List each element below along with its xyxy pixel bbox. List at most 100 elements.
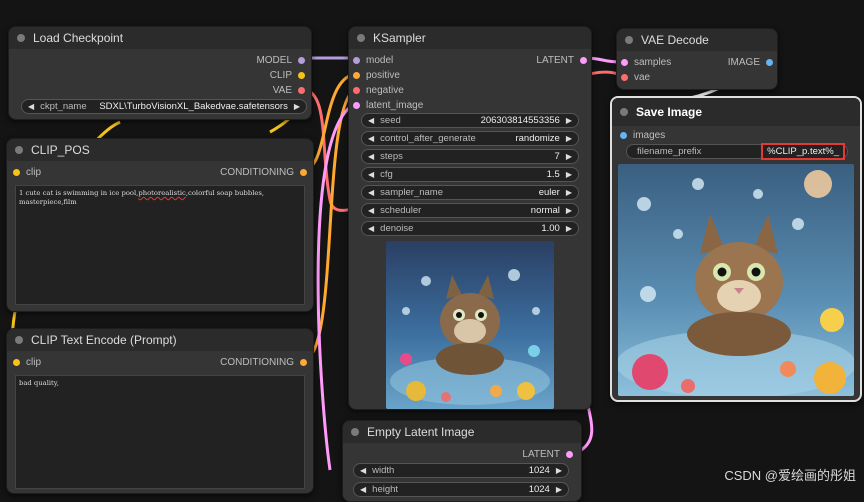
output-port-icon[interactable] [298,57,305,64]
node-header[interactable]: Load Checkpoint [9,27,311,49]
empty-latent-node[interactable]: Empty Latent Image LATENT ◀ width 1024 ▶… [342,420,582,502]
save-image-node[interactable]: Save Image images filename_prefix %CLIP_… [610,96,862,402]
collapse-dot-icon[interactable] [625,36,633,44]
ksampler-node[interactable]: KSampler model positive negative latent_… [348,26,592,410]
output-port-icon[interactable] [298,87,305,94]
input-port-icon[interactable] [621,59,628,66]
arrow-right-icon[interactable]: ▶ [566,116,572,125]
input-port-icon[interactable] [353,72,360,79]
output-port-icon[interactable] [300,169,307,176]
clip-pos-node[interactable]: CLIP_POS clip CONDITIONING 1 cute cat is… [6,138,314,312]
output-port-icon[interactable] [298,72,305,79]
filename-prefix-widget[interactable]: filename_prefix %CLIP_p.text%_ [626,143,848,160]
output-port-icon[interactable] [300,359,307,366]
arrow-left-icon[interactable]: ◀ [368,206,374,215]
prompt-textarea[interactable]: bad quality, [15,375,305,489]
arrow-right-icon[interactable]: ▶ [566,224,572,233]
output-vae[interactable]: VAE [273,85,305,96]
output-conditioning[interactable]: CONDITIONING [220,167,307,178]
input-positive[interactable]: positive [353,70,400,81]
input-vae[interactable]: vae [621,72,650,83]
arrow-right-icon[interactable]: ▶ [566,206,572,215]
output-port-icon[interactable] [580,57,587,64]
arrow-right-icon[interactable]: ▶ [294,102,300,111]
denoise-widget[interactable]: ◀ denoise 1.00 ▶ [361,221,579,236]
input-clip[interactable]: clip [13,167,41,178]
prompt-text: bad quality, [19,379,59,387]
arrow-left-icon[interactable]: ◀ [368,224,374,233]
widget-label: sampler_name [380,187,443,198]
input-port-icon[interactable] [13,359,20,366]
scheduler-widget[interactable]: ◀ scheduler normal ▶ [361,203,579,218]
output-label: LATENT [522,449,560,460]
node-header[interactable]: Save Image [612,98,860,126]
node-header[interactable]: CLIP_POS [7,139,313,161]
output-port-icon[interactable] [766,59,773,66]
steps-widget[interactable]: ◀ steps 7 ▶ [361,149,579,164]
input-latent-image[interactable]: latent_image [353,100,423,111]
collapse-dot-icon[interactable] [15,146,23,154]
output-latent[interactable]: LATENT [536,55,587,66]
collapse-dot-icon[interactable] [620,108,628,116]
node-header[interactable]: VAE Decode [617,29,777,51]
preview-image[interactable] [386,241,554,409]
collapse-dot-icon[interactable] [351,428,359,436]
arrow-right-icon[interactable]: ▶ [566,134,572,143]
arrow-left-icon[interactable]: ◀ [368,134,374,143]
input-port-icon[interactable] [621,74,628,81]
input-label: model [366,55,394,66]
ckpt-name-combo[interactable]: ◀ ckpt_name SDXL\TurboVisionXL_Bakedvae.… [21,99,307,114]
cfg-widget[interactable]: ◀ cfg 1.5 ▶ [361,167,579,182]
widget-label: width [372,465,395,476]
node-header[interactable]: Empty Latent Image [343,421,581,443]
widget-value: 1024 [528,484,550,495]
output-port-icon[interactable] [566,451,573,458]
clip-neg-node[interactable]: CLIP Text Encode (Prompt) clip CONDITION… [6,328,314,494]
workflow-canvas[interactable]: Load Checkpoint MODEL CLIP VAE ◀ ckpt_na… [0,0,864,502]
width-widget[interactable]: ◀ width 1024 ▶ [353,463,569,478]
input-clip[interactable]: clip [13,357,41,368]
seed-widget[interactable]: ◀ seed 206303814553356 ▶ [361,113,579,128]
output-image[interactable]: IMAGE [728,57,773,68]
arrow-left-icon[interactable]: ◀ [28,102,34,111]
arrow-left-icon[interactable]: ◀ [368,116,374,125]
arrow-right-icon[interactable]: ▶ [556,466,562,475]
arrow-right-icon[interactable]: ▶ [556,485,562,494]
sampler-name-widget[interactable]: ◀ sampler_name euler ▶ [361,185,579,200]
input-port-icon[interactable] [353,57,360,64]
control-after-generate-widget[interactable]: ◀ control_after_generate randomize ▶ [361,131,579,146]
arrow-right-icon[interactable]: ▶ [566,188,572,197]
arrow-right-icon[interactable]: ▶ [566,170,572,179]
widget-label: denoise [380,223,414,234]
output-conditioning[interactable]: CONDITIONING [220,357,307,368]
arrow-left-icon[interactable]: ◀ [368,170,374,179]
arrow-left-icon[interactable]: ◀ [368,188,374,197]
output-latent[interactable]: LATENT [522,449,573,460]
input-negative[interactable]: negative [353,85,404,96]
height-widget[interactable]: ◀ height 1024 ▶ [353,482,569,497]
input-port-icon[interactable] [353,102,360,109]
output-model[interactable]: MODEL [256,55,305,66]
node-header[interactable]: KSampler [349,27,591,49]
arrow-left-icon[interactable]: ◀ [360,485,366,494]
input-images[interactable]: images [620,130,665,141]
saved-image[interactable] [618,164,854,396]
arrow-left-icon[interactable]: ◀ [368,152,374,161]
widget-value: %CLIP_p.text%_ [761,143,845,160]
collapse-dot-icon[interactable] [17,34,25,42]
arrow-right-icon[interactable]: ▶ [566,152,572,161]
output-clip[interactable]: CLIP [270,70,305,81]
collapse-dot-icon[interactable] [357,34,365,42]
input-port-icon[interactable] [620,132,627,139]
prompt-textarea[interactable]: 1 cute cat is swimming in ice pool,photo… [15,185,305,305]
node-header[interactable]: CLIP Text Encode (Prompt) [7,329,313,351]
collapse-dot-icon[interactable] [15,336,23,344]
input-samples[interactable]: samples [621,57,671,68]
input-port-icon[interactable] [353,87,360,94]
load-checkpoint-node[interactable]: Load Checkpoint MODEL CLIP VAE ◀ ckpt_na… [8,26,312,120]
input-model[interactable]: model [353,55,393,66]
vae-decode-node[interactable]: VAE Decode samples vae IMAGE [616,28,778,90]
arrow-left-icon[interactable]: ◀ [360,466,366,475]
input-port-icon[interactable] [13,169,20,176]
output-label: CONDITIONING [220,167,294,178]
